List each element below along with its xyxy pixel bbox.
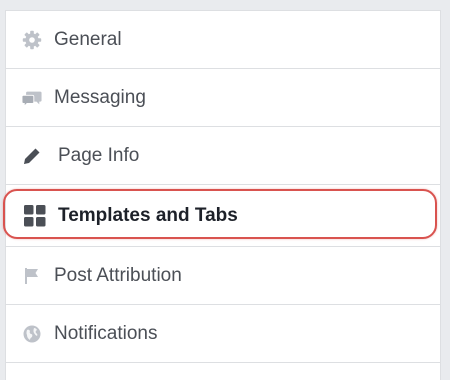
sidebar-item-label: Messaging	[54, 86, 146, 108]
sidebar-item-notifications[interactable]: Notifications	[6, 305, 440, 363]
gear-icon	[22, 30, 42, 50]
globe-icon	[22, 324, 42, 344]
sidebar-item-label: Notifications	[54, 322, 158, 344]
speech-bubbles-icon	[22, 88, 42, 108]
sidebar-item-label: General	[54, 28, 122, 50]
sidebar-item-label: Templates and Tabs	[58, 204, 238, 226]
sidebar-item-label: Post Attribution	[54, 264, 182, 286]
flag-icon	[22, 266, 42, 286]
sidebar-item-label: Page Info	[58, 144, 140, 166]
settings-sidebar: General Messaging Page Info Templates an…	[5, 10, 441, 380]
sidebar-item-page-info[interactable]: Page Info	[6, 127, 440, 185]
grid-icon	[24, 204, 46, 227]
pencil-icon	[22, 146, 42, 166]
sidebar-item-messaging[interactable]: Messaging	[6, 69, 440, 127]
sidebar-item-general[interactable]: General	[6, 11, 440, 69]
sidebar-item-templates-and-tabs[interactable]: Templates and Tabs	[6, 185, 440, 247]
sidebar-item-post-attribution[interactable]: Post Attribution	[6, 247, 440, 305]
